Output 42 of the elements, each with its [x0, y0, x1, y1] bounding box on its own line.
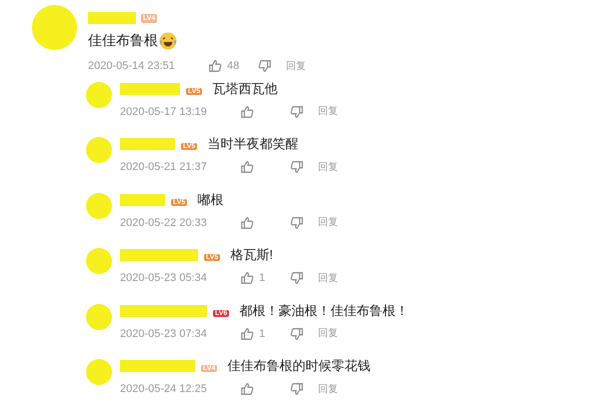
redacted-username	[88, 12, 136, 24]
comment-text: 佳佳布鲁根	[88, 31, 158, 50]
reply-link[interactable]: 回复	[318, 382, 338, 397]
timestamp: 2020-05-17 13:19	[120, 104, 208, 120]
timestamp: 2020-05-23 07:34	[120, 326, 208, 342]
timestamp: 2020-05-14 23:51	[88, 59, 176, 74]
reply-text: 当时半夜都笑醒	[207, 135, 298, 154]
reply-text: 嘟根	[197, 190, 224, 209]
thumbs-up-icon[interactable]	[208, 59, 222, 74]
timestamp: 2020-05-23 05:34	[120, 271, 208, 286]
reply-link[interactable]: 回复	[318, 270, 338, 286]
thumbs-up-icon[interactable]	[240, 382, 254, 396]
thumbs-up-icon[interactable]	[240, 326, 254, 341]
thumbs-down-icon[interactable]	[290, 160, 304, 174]
reply-text: 佳佳布鲁根的时候零花钱	[227, 357, 370, 376]
redacted-username	[120, 82, 180, 94]
thumbs-down-icon[interactable]	[290, 104, 304, 119]
reply-link[interactable]: 回复	[318, 326, 338, 342]
like-count: 1	[259, 326, 266, 342]
reply-link[interactable]: 回复	[318, 160, 338, 175]
thumbs-down-icon[interactable]	[258, 59, 272, 74]
like-count: 48	[227, 59, 240, 74]
thumbs-up-icon[interactable]	[240, 160, 254, 174]
timestamp: 2020-05-22 20:33	[120, 216, 208, 230]
thumbs-down-icon[interactable]	[290, 271, 304, 286]
like-count: 1	[259, 271, 266, 286]
thumbs-up-icon[interactable]	[240, 104, 254, 119]
reply-link[interactable]: 回复	[286, 58, 306, 74]
reply-link[interactable]: 回复	[318, 215, 338, 230]
thumbs-down-icon[interactable]	[290, 382, 304, 396]
redacted-username	[120, 194, 165, 206]
timestamp: 2020-05-21 21:37	[120, 160, 208, 175]
thumbs-up-icon[interactable]	[240, 271, 254, 286]
reply-link[interactable]: 回复	[318, 104, 338, 120]
timestamp: 2020-05-24 12:25	[120, 382, 208, 397]
redacted-username	[120, 138, 175, 150]
thumbs-down-icon[interactable]	[290, 216, 304, 230]
thumbs-down-icon[interactable]	[290, 326, 304, 341]
thumbs-up-icon[interactable]	[240, 216, 254, 230]
reply-text: 格瓦斯!	[230, 246, 273, 264]
reply-text: 瓦塔西瓦他	[212, 80, 278, 98]
reply-text: 都根！豪油根！佳佳布鲁根！	[239, 302, 408, 320]
